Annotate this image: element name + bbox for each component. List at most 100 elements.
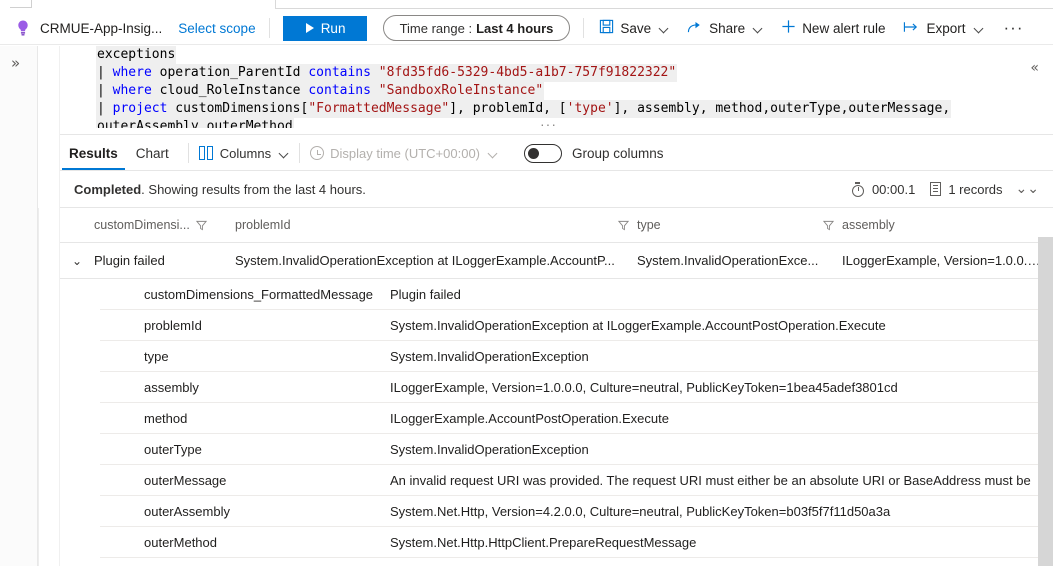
row-detail-key: assembly [144,379,199,395]
code-token: | [97,83,113,98]
grid-header-label-0: customDimensi... [94,218,190,232]
collapse-row-icon[interactable]: ⌄ [60,254,94,268]
time-range-picker[interactable]: Time range : Last 4 hours [382,15,571,41]
code-token: "8fd35fd6-5329-4bd5-a1b7-757f91822322" [378,65,677,80]
row-detail-item: outerType System.InvalidOperationExceptio… [100,434,1053,465]
select-scope-button[interactable]: Select scope [178,21,255,36]
code-line-3: 3| where cloud_RoleInstance contains "Sa… [60,82,1053,100]
status-state: Completed [74,181,142,197]
code-token: ], problemId, [ [449,101,567,116]
grid-header-cell-3[interactable]: assembly [842,218,1053,232]
status-detail: . Showing results from the last 4 hours. [141,181,366,197]
records-icon [930,182,942,196]
new-alert-rule-button[interactable]: New alert rule [781,19,885,37]
code-token: project [112,101,168,116]
code-token: 'type' [566,101,614,116]
status-message: Completed. Showing results from the last… [74,182,366,197]
grid-header-label-1: problemId [235,218,291,232]
row-detail-value: ILoggerExample, Version=1.0.0.0, Culture… [390,379,898,395]
row-cell-0: Plugin failed [94,253,165,268]
row-detail-value: ILoggerExample.AccountPostOperation.Exec… [390,410,669,426]
code-line-1: 1exceptions [60,46,1053,64]
chevron-down-icon [489,149,498,158]
clock-icon [310,146,325,160]
expand-sidebar-icon[interactable]: » [11,54,20,72]
group-columns-toggle[interactable] [524,143,562,163]
tab-chart-label: Chart [135,145,169,161]
save-label: Save [620,20,652,36]
display-time-button[interactable]: Display time (UTC+00:00) [310,146,498,161]
command-bar: CRMUE-App-Insig... Select scope Run Time… [0,12,1053,45]
more-commands-button[interactable]: ··· [1004,19,1024,36]
code-token: exceptions [97,47,176,62]
editor-resize-handle[interactable]: ··· [540,117,557,131]
row-detail-value: System.Net.Http.HttpClient.PrepareReques… [390,534,697,550]
code-token: | [97,65,113,80]
code-token: ], assembly, method,outerType,outerMessa… [613,101,951,116]
columns-button[interactable]: Columns [198,146,289,161]
row-detail-key: outerMessage [144,472,227,488]
code-line-2: 2| where operation_ParentId contains "8f… [60,64,1053,82]
code-token: cloud_RoleInstance [151,83,309,98]
chevron-down-icon [660,24,669,33]
toolbar-divider [268,18,270,38]
row-detail-key: outerAssembly [144,503,230,519]
toolbar-divider-2 [583,18,585,38]
run-button-label: Run [320,20,346,36]
expand-results-icon[interactable]: ⌄⌄ [1016,181,1039,197]
run-button[interactable]: Run [282,15,367,41]
filter-icon[interactable] [822,220,835,231]
results-grid: customDimensi... problemId type assembly… [60,208,1053,566]
row-detail-key: outerMethod [144,534,217,550]
share-icon [687,19,703,37]
row-detail-item: type System.InvalidOperationException [100,341,1053,372]
export-button[interactable]: Export [903,20,983,37]
chevron-down-icon [975,24,984,33]
collapse-editor-icon[interactable]: « [1030,60,1039,76]
code-text: exceptions [96,46,177,64]
tab-results[interactable]: Results [60,136,127,170]
scope-name: CRMUE-App-Insig... [40,20,163,36]
grid-header-cell-0[interactable]: customDimensi... [60,218,235,232]
tab-chart[interactable]: Chart [127,136,178,170]
share-label: Share [709,20,746,36]
code-text: | where operation_ParentId contains "8fd… [96,64,678,82]
save-button[interactable]: Save [599,19,669,37]
row-cell-2: System.InvalidOperationExce... [637,253,819,268]
grid-header-label-3: assembly [842,218,895,232]
code-text: | where cloud_RoleInstance contains "San… [96,82,545,100]
code-token: customDimensions[ [167,101,309,116]
grid-header-cell-2[interactable]: type [637,218,842,232]
code-token: "FormattedMessage" [308,101,450,116]
row-detail-key: outerType [144,441,202,457]
row-cell-1: System.InvalidOperationException at ILog… [235,253,615,268]
filter-icon[interactable] [617,220,630,231]
row-detail-value: An invalid request URI was provided. The… [390,472,1031,488]
grid-header-cell-1[interactable]: problemId [235,218,637,232]
filter-icon[interactable] [195,220,207,231]
row-detail-value: System.Net.Http, Version=4.2.0.0, Cultur… [390,503,891,519]
time-range-value: Last 4 hours [476,20,554,36]
group-columns-label: Group columns [572,145,664,161]
row-detail-value: System.InvalidOperationException [390,441,589,457]
row-detail-item: customDimensions_FormattedMessage Plugin … [100,279,1053,310]
row-detail-item: outerMethod System.Net.Http.HttpClient.Pr… [100,527,1053,558]
editor-gutter [38,46,60,566]
row-detail-item: assembly ILoggerExample, Version=1.0.0.0,… [100,372,1053,403]
code-token: contains [308,83,371,98]
grid-left-border [38,208,39,566]
code-token: outerAssembly,outerMethod [97,119,293,128]
chevron-down-icon [754,24,763,33]
row-detail-key: customDimensions_FormattedMessage [144,286,374,302]
results-status-bar: Completed. Showing results from the last… [60,171,1053,207]
results-vertical-scrollbar[interactable] [1038,237,1053,566]
toggle-knob [528,147,539,159]
chevron-down-icon [280,149,289,158]
tab-results-label: Results [69,145,118,161]
share-button[interactable]: Share [687,19,763,37]
table-row[interactable]: ⌄ Plugin failed System.InvalidOperationE… [60,243,1053,279]
browser-tab-edge [10,0,32,8]
code-text: outerAssembly,outerMethod [96,118,294,128]
export-icon [903,20,920,37]
plus-icon [781,19,796,37]
